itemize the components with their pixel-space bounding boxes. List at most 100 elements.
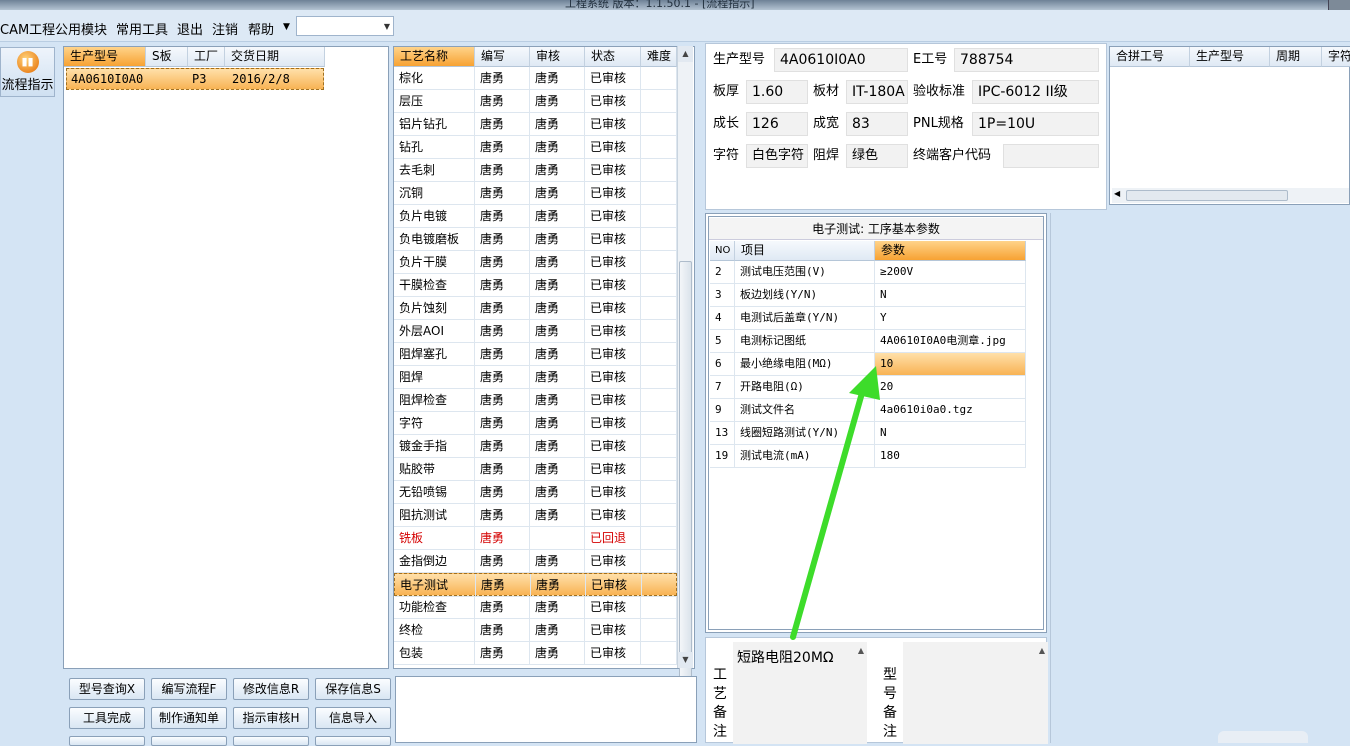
etest-row[interactable]: 3 板边划线(Y/N) N	[710, 284, 1026, 307]
model-query-button[interactable]: 型号查询X	[69, 678, 145, 700]
merge-grid[interactable]: 合拼工号 生产型号 周期 字符 ◀	[1109, 46, 1350, 205]
process-row[interactable]: 功能检查 唐勇 唐勇 已审核	[394, 596, 677, 619]
process-row[interactable]: 阻焊 唐勇 唐勇 已审核	[394, 366, 677, 389]
scroll-left-icon[interactable]: ◀	[1114, 189, 1120, 198]
extra-button-4[interactable]	[315, 736, 391, 746]
pnl-value[interactable]: 1P=10U	[972, 112, 1099, 136]
scroll-up-icon[interactable]: ▲	[858, 646, 864, 655]
merge-col-job[interactable]: 合拼工号	[1110, 47, 1190, 67]
standard-value[interactable]: IPC-6012 II级	[972, 80, 1099, 104]
etest-row[interactable]: 7 开路电阻(Ω) 20	[710, 376, 1026, 399]
order-row[interactable]: 4A0610I0A0 P3 2016/2/8	[66, 68, 324, 90]
order-col-s[interactable]: S板	[146, 47, 188, 67]
process-row[interactable]: 包装 唐勇 唐勇 已审核	[394, 642, 677, 665]
process-grid[interactable]: 工艺名称 编写 审核 状态 难度 棕化 唐勇 唐勇 已审核 层压 唐勇 唐勇 已审核 铝片钻孔唐…	[393, 46, 695, 669]
close-window-button[interactable]	[1328, 0, 1350, 10]
order-grid[interactable]: 生产型号 S板 工厂 交货日期 4A0610I0A0 P3 2016/2/8	[63, 46, 389, 669]
save-info-button[interactable]: 保存信息S	[315, 678, 391, 700]
chevron-down-icon[interactable]: ▼	[384, 22, 390, 31]
tool-complete-button[interactable]: 工具完成	[69, 707, 145, 729]
extra-button-3[interactable]	[233, 736, 309, 746]
process-scrollbar[interactable]: ▲ ▼	[677, 46, 693, 691]
process-row[interactable]: 阻抗测试 唐勇 唐勇 已审核	[394, 504, 677, 527]
make-notice-button[interactable]: 制作通知单	[151, 707, 227, 729]
process-row[interactable]: 棕化 唐勇 唐勇 已审核	[394, 67, 677, 90]
material-value[interactable]: IT-180A	[846, 80, 908, 104]
etest-col-item[interactable]: 项目	[735, 241, 875, 261]
process-row[interactable]: 铝片钻孔 唐勇 唐勇 已审核	[394, 113, 677, 136]
order-col-model[interactable]: 生产型号	[64, 47, 146, 67]
extra-button-1[interactable]	[69, 736, 145, 746]
etest-row[interactable]: 13 线圈短路测试(Y/N) N	[710, 422, 1026, 445]
process-row[interactable]: 负片干膜 唐勇 唐勇 已审核	[394, 251, 677, 274]
write-flow-button[interactable]: 编写流程F	[151, 678, 227, 700]
scroll-down-icon[interactable]: ▼	[678, 652, 693, 668]
menu-common-modules[interactable]: 公用模块	[55, 19, 107, 38]
help-dropdown-icon[interactable]: ▼	[283, 22, 290, 32]
merge-scroll-thumb[interactable]	[1126, 190, 1288, 201]
proc-col-status[interactable]: 状态	[585, 47, 641, 67]
process-row[interactable]: 字符 唐勇 唐勇 已审核	[394, 412, 677, 435]
etest-row[interactable]: 2 测试电压范围(V) ≥200V	[710, 261, 1026, 284]
mask-value[interactable]: 绿色	[846, 144, 908, 168]
merge-col-cycle[interactable]: 周期	[1270, 47, 1322, 67]
etest-col-no[interactable]: NO	[710, 241, 735, 261]
proc-col-writer[interactable]: 编写	[475, 47, 530, 67]
process-row[interactable]: 无铅喷锡 唐勇 唐勇 已审核	[394, 481, 677, 504]
etest-row[interactable]: 6 最小绝缘电阻(MΩ) 10	[710, 353, 1026, 376]
process-row[interactable]: 干膜检查 唐勇 唐勇 已审核	[394, 274, 677, 297]
process-row[interactable]: 层压 唐勇 唐勇 已审核	[394, 90, 677, 113]
scroll-thumb[interactable]	[679, 261, 692, 691]
etest-col-param[interactable]: 参数	[875, 241, 1026, 261]
modify-info-button[interactable]: 修改信息R	[233, 678, 309, 700]
process-row[interactable]: 阻焊检查 唐勇 唐勇 已审核	[394, 389, 677, 412]
flow-indicator-button[interactable]: ▮▮ 流程指示	[0, 47, 55, 97]
menu-help[interactable]: 帮助	[248, 19, 274, 38]
process-row[interactable]: 负片蚀刻 唐勇 唐勇 已审核	[394, 297, 677, 320]
etest-row[interactable]: 9 测试文件名 4a0610i0a0.tgz	[710, 399, 1026, 422]
process-row[interactable]: 终检 唐勇 唐勇 已审核	[394, 619, 677, 642]
process-row[interactable]: 电子测试 唐勇 唐勇 已审核	[394, 573, 678, 597]
menu-exit[interactable]: 退出	[177, 19, 203, 38]
process-row[interactable]: 钻孔 唐勇 唐勇 已审核	[394, 136, 677, 159]
extra-button-2[interactable]	[151, 736, 227, 746]
order-col-factory[interactable]: 工厂	[188, 47, 225, 67]
process-row[interactable]: 去毛刺 唐勇 唐勇 已审核	[394, 159, 677, 182]
message-box[interactable]	[395, 676, 697, 743]
menu-combo-box[interactable]: ▼	[296, 16, 394, 36]
order-col-date[interactable]: 交货日期	[225, 47, 325, 67]
process-row[interactable]: 外层AOI 唐勇 唐勇 已审核	[394, 320, 677, 343]
process-row[interactable]: 金指倒边 唐勇 唐勇 已审核	[394, 550, 677, 573]
etest-grid[interactable]: NO 项目 参数 2 测试电压范围(V) ≥200V 3 板边划线(Y/N) N 4 电测试后…	[710, 241, 1026, 471]
process-note-input[interactable]: 短路电阻20MΩ ▲	[733, 642, 867, 744]
model-value[interactable]: 4A0610I0A0	[774, 48, 908, 72]
process-row[interactable]: 沉铜 唐勇 唐勇 已审核	[394, 182, 677, 205]
length-value[interactable]: 126	[746, 112, 808, 136]
merge-hscrollbar[interactable]: ◀	[1112, 188, 1349, 203]
import-info-button[interactable]: 信息导入	[315, 707, 391, 729]
menu-logout[interactable]: 注销	[212, 19, 238, 38]
model-note-input[interactable]: ▲	[903, 642, 1048, 744]
menu-common-tools[interactable]: 常用工具	[116, 19, 168, 38]
proc-col-reviewer[interactable]: 审核	[530, 47, 585, 67]
process-row[interactable]: 阻焊塞孔 唐勇 唐勇 已审核	[394, 343, 677, 366]
merge-col-model[interactable]: 生产型号	[1190, 47, 1270, 67]
proc-col-name[interactable]: 工艺名称	[394, 47, 475, 67]
scroll-up-icon[interactable]: ▲	[678, 46, 693, 62]
scroll-up-icon[interactable]: ▲	[1039, 646, 1045, 655]
process-row[interactable]: 负片电镀 唐勇 唐勇 已审核	[394, 205, 677, 228]
process-row[interactable]: 镀金手指 唐勇 唐勇 已审核	[394, 435, 677, 458]
merge-col-char[interactable]: 字符	[1322, 47, 1350, 67]
char-value[interactable]: 白色字符	[746, 144, 808, 168]
etest-row[interactable]: 4 电测试后盖章(Y/N) Y	[710, 307, 1026, 330]
etest-row[interactable]: 5 电测标记图纸 4A0610I0A0电测章.jpg	[710, 330, 1026, 353]
thickness-value[interactable]: 1.60	[746, 80, 808, 104]
review-instruction-button[interactable]: 指示审核H	[233, 707, 309, 729]
proc-col-difficulty[interactable]: 难度	[641, 47, 677, 67]
etest-row[interactable]: 19 测试电流(mA) 180	[710, 445, 1026, 468]
process-row[interactable]: 负电镀磨板 唐勇 唐勇 已审核	[394, 228, 677, 251]
customer-code-value[interactable]	[1003, 144, 1099, 168]
menu-cam[interactable]: CAM工程	[0, 19, 55, 38]
width-value[interactable]: 83	[846, 112, 908, 136]
process-row[interactable]: 贴胶带 唐勇 唐勇 已审核	[394, 458, 677, 481]
